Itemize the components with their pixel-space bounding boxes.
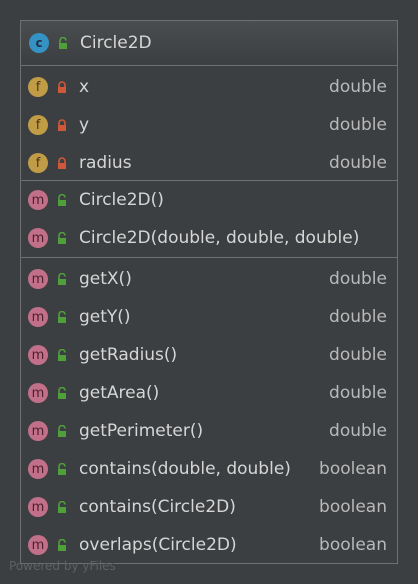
public-lock-icon	[56, 36, 70, 50]
class-kind-icon: c	[29, 33, 49, 53]
member-name: radius	[79, 153, 132, 173]
method-kind-icon: m	[28, 535, 48, 555]
class-node[interactable]: c Circle2D f x double f y double f radius double…	[20, 20, 398, 564]
method-kind-icon: m	[28, 421, 48, 441]
method-row[interactable]: m contains(Circle2D) boolean	[21, 488, 397, 526]
member-name: overlaps(Circle2D)	[79, 535, 237, 555]
constructors-section: m Circle2D() m Circle2D(double, double, dou…	[21, 181, 397, 258]
member-name: getX()	[79, 269, 132, 289]
field-kind-icon: f	[28, 153, 48, 173]
member-name: x	[79, 77, 90, 97]
member-type: double	[329, 383, 387, 403]
member-type: double	[329, 115, 387, 135]
field-row[interactable]: f x double	[21, 68, 397, 106]
method-kind-icon: m	[28, 459, 48, 479]
method-kind-icon: m	[28, 345, 48, 365]
member-type: boolean	[319, 535, 387, 555]
member-name: contains(Circle2D)	[79, 497, 236, 517]
public-lock-icon	[55, 231, 69, 245]
private-lock-icon	[55, 156, 69, 170]
class-header: c Circle2D	[21, 21, 397, 66]
private-lock-icon	[55, 118, 69, 132]
public-lock-icon	[55, 538, 69, 552]
private-lock-icon	[55, 80, 69, 94]
member-name: Circle2D(double, double, double)	[79, 228, 360, 248]
method-kind-icon: m	[28, 190, 48, 210]
method-kind-icon: m	[28, 383, 48, 403]
watermark: Powered by yFiles	[9, 559, 116, 573]
member-name: Circle2D()	[79, 190, 164, 210]
member-name: getY()	[79, 307, 131, 327]
member-type: double	[329, 307, 387, 327]
member-name: getRadius()	[79, 345, 178, 365]
member-type: double	[329, 421, 387, 441]
field-kind-icon: f	[28, 115, 48, 135]
public-lock-icon	[55, 272, 69, 286]
public-lock-icon	[55, 462, 69, 476]
method-row[interactable]: m contains(double, double) boolean	[21, 450, 397, 488]
member-type: double	[329, 77, 387, 97]
method-kind-icon: m	[28, 269, 48, 289]
public-lock-icon	[55, 500, 69, 514]
methods-section: m getX() double m getY() double m getRadius() do…	[21, 258, 397, 564]
field-row[interactable]: f y double	[21, 106, 397, 144]
member-type: double	[329, 153, 387, 173]
field-kind-icon: f	[28, 77, 48, 97]
member-name: getArea()	[79, 383, 160, 403]
constructor-row[interactable]: m Circle2D(double, double, double)	[21, 219, 397, 257]
member-name: y	[79, 115, 90, 135]
constructor-row[interactable]: m Circle2D()	[21, 181, 397, 219]
member-name: getPerimeter()	[79, 421, 204, 441]
method-row[interactable]: m getRadius() double	[21, 336, 397, 374]
method-row[interactable]: m getX() double	[21, 260, 397, 298]
field-row[interactable]: f radius double	[21, 144, 397, 182]
member-type: boolean	[319, 459, 387, 479]
method-kind-icon: m	[28, 228, 48, 248]
public-lock-icon	[55, 386, 69, 400]
method-kind-icon: m	[28, 307, 48, 327]
public-lock-icon	[55, 310, 69, 324]
member-type: double	[329, 269, 387, 289]
method-row[interactable]: m getY() double	[21, 298, 397, 336]
public-lock-icon	[55, 348, 69, 362]
public-lock-icon	[55, 193, 69, 207]
member-name: contains(double, double)	[79, 459, 291, 479]
method-row[interactable]: m getArea() double	[21, 374, 397, 412]
method-row[interactable]: m getPerimeter() double	[21, 412, 397, 450]
public-lock-icon	[55, 424, 69, 438]
fields-section: f x double f y double f radius double	[21, 66, 397, 181]
class-name: Circle2D	[80, 33, 152, 53]
member-type: boolean	[319, 497, 387, 517]
uml-diagram-canvas: c Circle2D f x double f y double f radius double…	[0, 0, 418, 584]
method-kind-icon: m	[28, 497, 48, 517]
member-type: double	[329, 345, 387, 365]
